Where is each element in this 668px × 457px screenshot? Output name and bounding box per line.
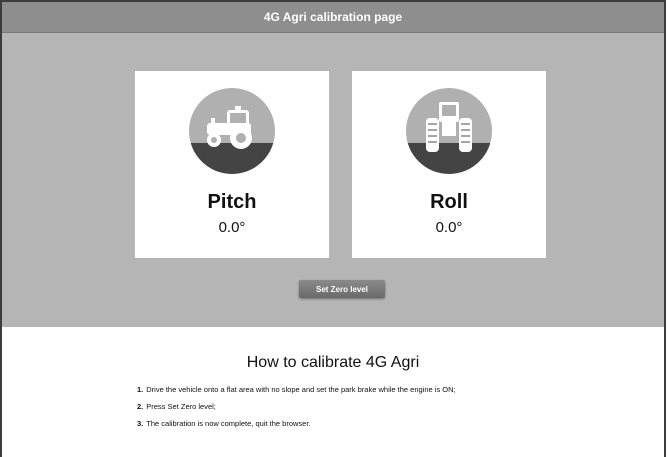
step-number: 3. (137, 419, 144, 428)
step-text: The calibration is now complete, quit th… (146, 419, 311, 428)
step-text: Press Set Zero level; (146, 402, 216, 411)
tractor-rear-icon (406, 88, 492, 174)
list-item: 2. Press Set Zero level; (137, 402, 456, 411)
roll-card: Roll 0.0° (352, 71, 546, 258)
pitch-value: 0.0° (218, 219, 246, 236)
page-title: 4G Agri calibration page (263, 10, 403, 24)
list-item: 3. The calibration is now complete, quit … (137, 419, 456, 428)
roll-value: 0.0° (435, 219, 463, 236)
list-item: 1. Drive the vehicle onto a flat area wit… (137, 385, 456, 394)
step-number: 1. (137, 385, 144, 394)
app-frame: 4G Agri calibration page Pitch 0.0° Roll… (0, 0, 666, 457)
instructions-list: 1. Drive the vehicle onto a flat area wit… (137, 385, 456, 436)
set-zero-level-button[interactable]: Set Zero level (299, 280, 385, 298)
pitch-label: Pitch (207, 191, 257, 213)
roll-label: Roll (430, 191, 468, 213)
title-bar: 4G Agri calibration page (2, 2, 664, 33)
pitch-card: Pitch 0.0° (135, 71, 329, 258)
calibration-panel: Pitch 0.0° Roll 0.0° Set Zero level (2, 33, 664, 327)
step-number: 2. (137, 402, 144, 411)
step-text: Drive the vehicle onto a flat area with … (146, 385, 456, 394)
tractor-side-icon (189, 88, 275, 174)
instructions-title: How to calibrate 4G Agri (246, 354, 420, 371)
